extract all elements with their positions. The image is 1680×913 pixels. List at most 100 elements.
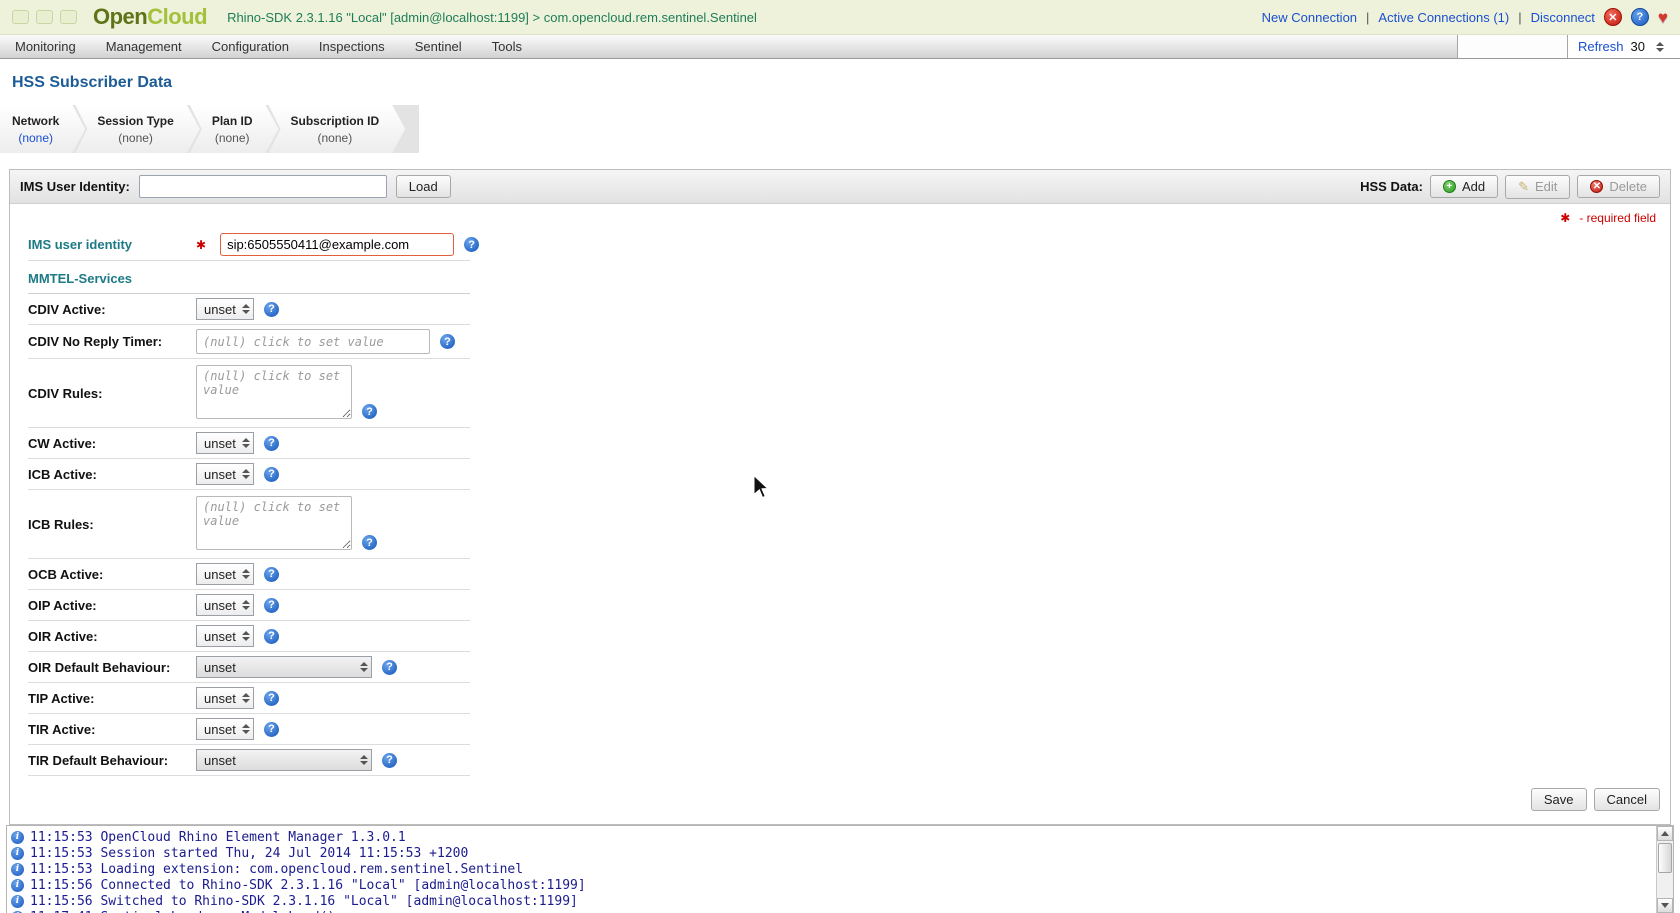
scope-tab-session-type[interactable]: Session Type (none) xyxy=(75,105,199,153)
edit-button[interactable]: ✎ Edit xyxy=(1505,175,1570,199)
menu-item-configuration[interactable]: Configuration xyxy=(197,35,304,58)
spinner-arrows[interactable] xyxy=(242,600,250,610)
field-label: OIR Active: xyxy=(28,629,196,644)
ocb-active-select[interactable]: unset xyxy=(196,563,254,585)
scope-tab-subscription-id[interactable]: Subscription ID (none) xyxy=(269,105,406,153)
delete-icon: ✕ xyxy=(1590,180,1603,193)
new-connection-link[interactable]: New Connection xyxy=(1262,10,1357,25)
menu-item-inspections[interactable]: Inspections xyxy=(304,35,400,58)
cw-active-select[interactable]: unset xyxy=(196,432,254,454)
log-scrollbar[interactable] xyxy=(1656,826,1673,913)
tir-default-behaviour-select[interactable]: unset xyxy=(196,749,372,771)
header-actions: New Connection | Active Connections (1) … xyxy=(1262,8,1668,26)
scope-bar: Network (none) Session Type (none) Plan … xyxy=(0,105,419,153)
spinner-arrows[interactable] xyxy=(242,304,250,314)
help-icon[interactable]: ? xyxy=(264,691,279,706)
delete-button[interactable]: ✕ Delete xyxy=(1577,175,1660,198)
log-text: 11:15:53 Loading extension: com.openclou… xyxy=(30,862,523,877)
cancel-button[interactable]: Cancel xyxy=(1594,788,1660,811)
active-connections-link[interactable]: Active Connections (1) xyxy=(1378,10,1509,25)
refresh-interval-value: 30 xyxy=(1631,39,1645,54)
select-value: unset xyxy=(204,567,238,582)
help-icon[interactable]: ? xyxy=(264,722,279,737)
form-row-icb-active: ICB Active: unset ? xyxy=(28,459,470,490)
save-button-label: Save xyxy=(1544,792,1574,807)
panel-footer: Save Cancel xyxy=(10,776,1670,824)
ims-user-identity-search-input[interactable] xyxy=(139,175,387,198)
scope-row: Network (none) Session Type (none) Plan … xyxy=(0,105,1680,153)
cdiv-rules-textarea[interactable] xyxy=(196,365,352,419)
oir-default-behaviour-select[interactable]: unset xyxy=(196,656,372,678)
load-button[interactable]: Load xyxy=(396,175,451,198)
menu-item-management[interactable]: Management xyxy=(91,35,197,58)
tir-active-select[interactable]: unset xyxy=(196,718,254,740)
tip-active-select[interactable]: unset xyxy=(196,687,254,709)
help-icon[interactable]: ? xyxy=(264,436,279,451)
required-star-icon: ✱ xyxy=(1560,211,1570,225)
hss-subscriber-panel: IMS User Identity: Load HSS Data: + Add … xyxy=(9,169,1671,825)
icb-active-select[interactable]: unset xyxy=(196,463,254,485)
help-icon[interactable]: ? xyxy=(382,753,397,768)
scope-tab-plan-id[interactable]: Plan ID (none) xyxy=(190,105,279,153)
hss-data-actions: HSS Data: + Add ✎ Edit ✕ Delete xyxy=(1360,175,1660,199)
menu-item-tools[interactable]: Tools xyxy=(477,35,537,58)
help-icon[interactable]: ? xyxy=(264,467,279,482)
refresh-interval-spinner[interactable] xyxy=(1656,42,1664,52)
scroll-down-icon[interactable] xyxy=(1657,898,1673,913)
log-line: i 11:15:53 Loading extension: com.opencl… xyxy=(11,861,1647,877)
cancel-button-label: Cancel xyxy=(1607,792,1647,807)
spinner-arrows[interactable] xyxy=(242,693,250,703)
menu-item-sentinel[interactable]: Sentinel xyxy=(400,35,477,58)
field-label: ICB Rules: xyxy=(28,517,196,532)
oir-active-select[interactable]: unset xyxy=(196,625,254,647)
disconnect-link[interactable]: Disconnect xyxy=(1531,10,1595,25)
save-button[interactable]: Save xyxy=(1531,788,1587,811)
field-control: unset ? xyxy=(196,749,397,771)
icb-rules-textarea[interactable] xyxy=(196,496,352,550)
field-control: unset ? xyxy=(196,718,279,740)
menu-item-monitoring[interactable]: Monitoring xyxy=(0,35,91,58)
health-status-icon[interactable]: ♥ xyxy=(1658,9,1668,26)
form-row-tip-active: TIP Active: unset ? xyxy=(28,683,470,714)
add-button[interactable]: + Add xyxy=(1430,175,1498,198)
scroll-up-icon[interactable] xyxy=(1657,826,1673,841)
refresh-link[interactable]: Refresh xyxy=(1578,39,1624,54)
oip-active-select[interactable]: unset xyxy=(196,594,254,616)
form-row-cdiv-active: CDIV Active: unset ? xyxy=(28,294,470,325)
scrollbar-thumb[interactable] xyxy=(1658,843,1672,873)
scope-tab-label: Subscription ID xyxy=(291,114,380,128)
spinner-arrows[interactable] xyxy=(242,724,250,734)
help-icon[interactable]: ? xyxy=(362,535,377,550)
scope-tab-value: (none) xyxy=(291,131,380,145)
help-icon[interactable]: ? xyxy=(382,660,397,675)
form-row-oir-default-behaviour: OIR Default Behaviour: unset ? xyxy=(28,652,470,683)
spinner-arrows[interactable] xyxy=(360,662,368,672)
field-control: ✱ ? xyxy=(196,233,479,256)
help-icon[interactable]: ? xyxy=(264,598,279,613)
spinner-arrows[interactable] xyxy=(242,438,250,448)
help-icon[interactable]: ? xyxy=(1631,8,1649,26)
cdiv-active-select[interactable]: unset xyxy=(196,298,254,320)
log-line: i 11:15:56 Switched to Rhino-SDK 2.3.1.1… xyxy=(11,893,1647,909)
info-icon: i xyxy=(11,863,24,876)
help-icon[interactable]: ? xyxy=(464,237,479,252)
help-icon[interactable]: ? xyxy=(264,302,279,317)
log-text: 11:15:56 Switched to Rhino-SDK 2.3.1.16 … xyxy=(30,894,578,909)
required-star-icon: ✱ xyxy=(196,238,206,252)
spinner-arrows[interactable] xyxy=(242,631,250,641)
help-icon[interactable]: ? xyxy=(362,404,377,419)
cdiv-no-reply-timer-input[interactable] xyxy=(196,329,430,354)
form-row-oip-active: OIP Active: unset ? xyxy=(28,590,470,621)
spinner-arrows[interactable] xyxy=(242,469,250,479)
help-icon[interactable]: ? xyxy=(264,567,279,582)
spinner-arrows[interactable] xyxy=(360,755,368,765)
help-icon[interactable]: ? xyxy=(264,629,279,644)
field-label: TIR Default Behaviour: xyxy=(28,753,196,768)
spinner-arrows[interactable] xyxy=(242,569,250,579)
scope-tab-network[interactable]: Network (none) xyxy=(0,105,85,153)
scope-tab-value[interactable]: (none) xyxy=(12,131,59,145)
ims-user-identity-input[interactable] xyxy=(220,233,454,256)
close-session-icon[interactable]: ✕ xyxy=(1604,8,1622,26)
field-control: unset ? xyxy=(196,463,279,485)
help-icon[interactable]: ? xyxy=(440,334,455,349)
